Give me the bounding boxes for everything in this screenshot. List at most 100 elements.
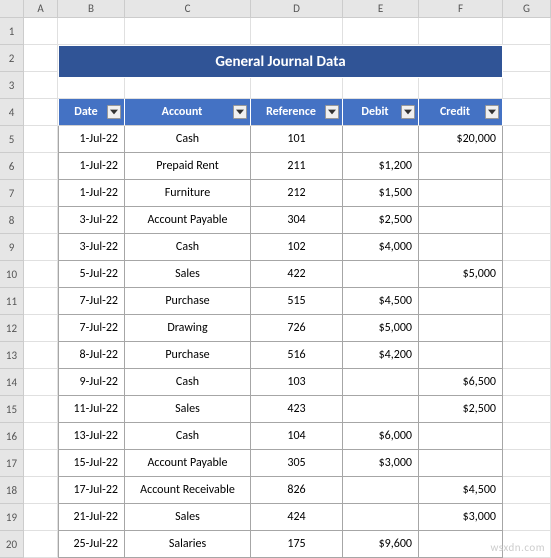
cell[interactable] <box>503 261 551 288</box>
cell[interactable] <box>24 45 58 72</box>
row-header-7[interactable]: 7 <box>0 180 24 207</box>
row-header-20[interactable]: 20 <box>0 531 24 558</box>
column-header-B[interactable]: B <box>58 0 125 18</box>
cell-reference[interactable]: 211 <box>251 153 343 180</box>
cell-reference[interactable]: 516 <box>251 342 343 369</box>
cell-debit[interactable]: $4,000 <box>343 234 419 261</box>
cell-credit[interactable]: $20,000 <box>419 126 503 153</box>
cell[interactable] <box>503 45 551 72</box>
cell-debit[interactable] <box>343 126 419 153</box>
cell-reference[interactable]: 726 <box>251 315 343 342</box>
cell-reference[interactable]: 305 <box>251 450 343 477</box>
cell[interactable] <box>503 207 551 234</box>
cell-account[interactable]: Cash <box>125 126 251 153</box>
cell-date[interactable]: 21-Jul-22 <box>58 504 125 531</box>
cell-credit[interactable] <box>419 288 503 315</box>
cell[interactable] <box>24 450 58 477</box>
cell-date[interactable]: 15-Jul-22 <box>58 450 125 477</box>
cell-debit[interactable]: $5,000 <box>343 315 419 342</box>
cell-debit[interactable] <box>343 261 419 288</box>
cell-credit[interactable]: $6,500 <box>419 369 503 396</box>
row-header-17[interactable]: 17 <box>0 450 24 477</box>
row-header-4[interactable]: 4 <box>0 99 24 126</box>
cell[interactable] <box>503 18 551 45</box>
row-header-16[interactable]: 16 <box>0 423 24 450</box>
cell[interactable] <box>24 504 58 531</box>
cell-date[interactable]: 17-Jul-22 <box>58 477 125 504</box>
column-header-A[interactable]: A <box>24 0 58 18</box>
cell[interactable] <box>503 423 551 450</box>
cell-debit[interactable] <box>343 477 419 504</box>
cell-reference[interactable]: 102 <box>251 234 343 261</box>
cell-reference[interactable]: 101 <box>251 126 343 153</box>
cell-account[interactable]: Account Payable <box>125 207 251 234</box>
cell-account[interactable]: Prepaid Rent <box>125 153 251 180</box>
cell[interactable] <box>24 288 58 315</box>
cell[interactable] <box>503 342 551 369</box>
cell-debit[interactable] <box>343 396 419 423</box>
cell-date[interactable]: 1-Jul-22 <box>58 180 125 207</box>
cell[interactable] <box>24 261 58 288</box>
cell[interactable] <box>24 342 58 369</box>
cell-debit[interactable]: $1,200 <box>343 153 419 180</box>
cell-account[interactable]: Purchase <box>125 288 251 315</box>
cell[interactable] <box>24 477 58 504</box>
column-header-F[interactable]: F <box>419 0 503 18</box>
cell[interactable] <box>503 450 551 477</box>
cell[interactable] <box>343 18 419 45</box>
cell[interactable] <box>503 126 551 153</box>
cell[interactable] <box>503 315 551 342</box>
cell-account[interactable]: Cash <box>125 234 251 261</box>
table-header-reference[interactable]: Reference <box>251 99 343 126</box>
cell-date[interactable]: 3-Jul-22 <box>58 207 125 234</box>
cell[interactable] <box>125 18 251 45</box>
cell-debit[interactable]: $4,200 <box>343 342 419 369</box>
cell-credit[interactable]: $2,500 <box>419 396 503 423</box>
cell[interactable] <box>24 234 58 261</box>
cell-reference[interactable]: 515 <box>251 288 343 315</box>
cell-account[interactable]: Account Payable <box>125 450 251 477</box>
filter-dropdown-icon[interactable] <box>107 105 121 119</box>
cell-reference[interactable]: 826 <box>251 477 343 504</box>
cell-account[interactable]: Furniture <box>125 180 251 207</box>
cell[interactable] <box>503 99 551 126</box>
cell-date[interactable]: 13-Jul-22 <box>58 423 125 450</box>
cell[interactable] <box>503 288 551 315</box>
cell[interactable] <box>503 72 551 99</box>
cell-date[interactable]: 5-Jul-22 <box>58 261 125 288</box>
cell-credit[interactable] <box>419 423 503 450</box>
cell-date[interactable]: 1-Jul-22 <box>58 126 125 153</box>
cell[interactable] <box>24 531 58 558</box>
cell-reference[interactable]: 212 <box>251 180 343 207</box>
select-all-corner[interactable] <box>0 0 24 18</box>
cell-account[interactable]: Cash <box>125 369 251 396</box>
row-header-1[interactable]: 1 <box>0 18 24 45</box>
cell[interactable] <box>24 126 58 153</box>
filter-dropdown-icon[interactable] <box>401 105 415 119</box>
cell[interactable] <box>24 369 58 396</box>
cell[interactable] <box>58 18 125 45</box>
cell-debit[interactable]: $1,500 <box>343 180 419 207</box>
row-header-3[interactable]: 3 <box>0 72 24 99</box>
row-header-5[interactable]: 5 <box>0 126 24 153</box>
row-header-12[interactable]: 12 <box>0 315 24 342</box>
column-header-C[interactable]: C <box>125 0 251 18</box>
cell-account[interactable]: Sales <box>125 261 251 288</box>
row-header-2[interactable]: 2 <box>0 45 24 72</box>
table-header-credit[interactable]: Credit <box>419 99 503 126</box>
cell[interactable] <box>503 369 551 396</box>
cell-account[interactable]: Sales <box>125 396 251 423</box>
cell-reference[interactable]: 424 <box>251 504 343 531</box>
cell-date[interactable]: 25-Jul-22 <box>58 531 125 558</box>
row-header-18[interactable]: 18 <box>0 477 24 504</box>
cell-debit[interactable]: $3,000 <box>343 450 419 477</box>
cell[interactable] <box>503 504 551 531</box>
cell[interactable] <box>24 315 58 342</box>
table-header-date[interactable]: Date <box>58 99 125 126</box>
cell[interactable] <box>24 72 58 99</box>
row-header-8[interactable]: 8 <box>0 207 24 234</box>
cell-debit[interactable]: $4,500 <box>343 288 419 315</box>
cell-credit[interactable]: $5,000 <box>419 261 503 288</box>
cell-debit[interactable] <box>343 504 419 531</box>
cell-debit[interactable]: $2,500 <box>343 207 419 234</box>
